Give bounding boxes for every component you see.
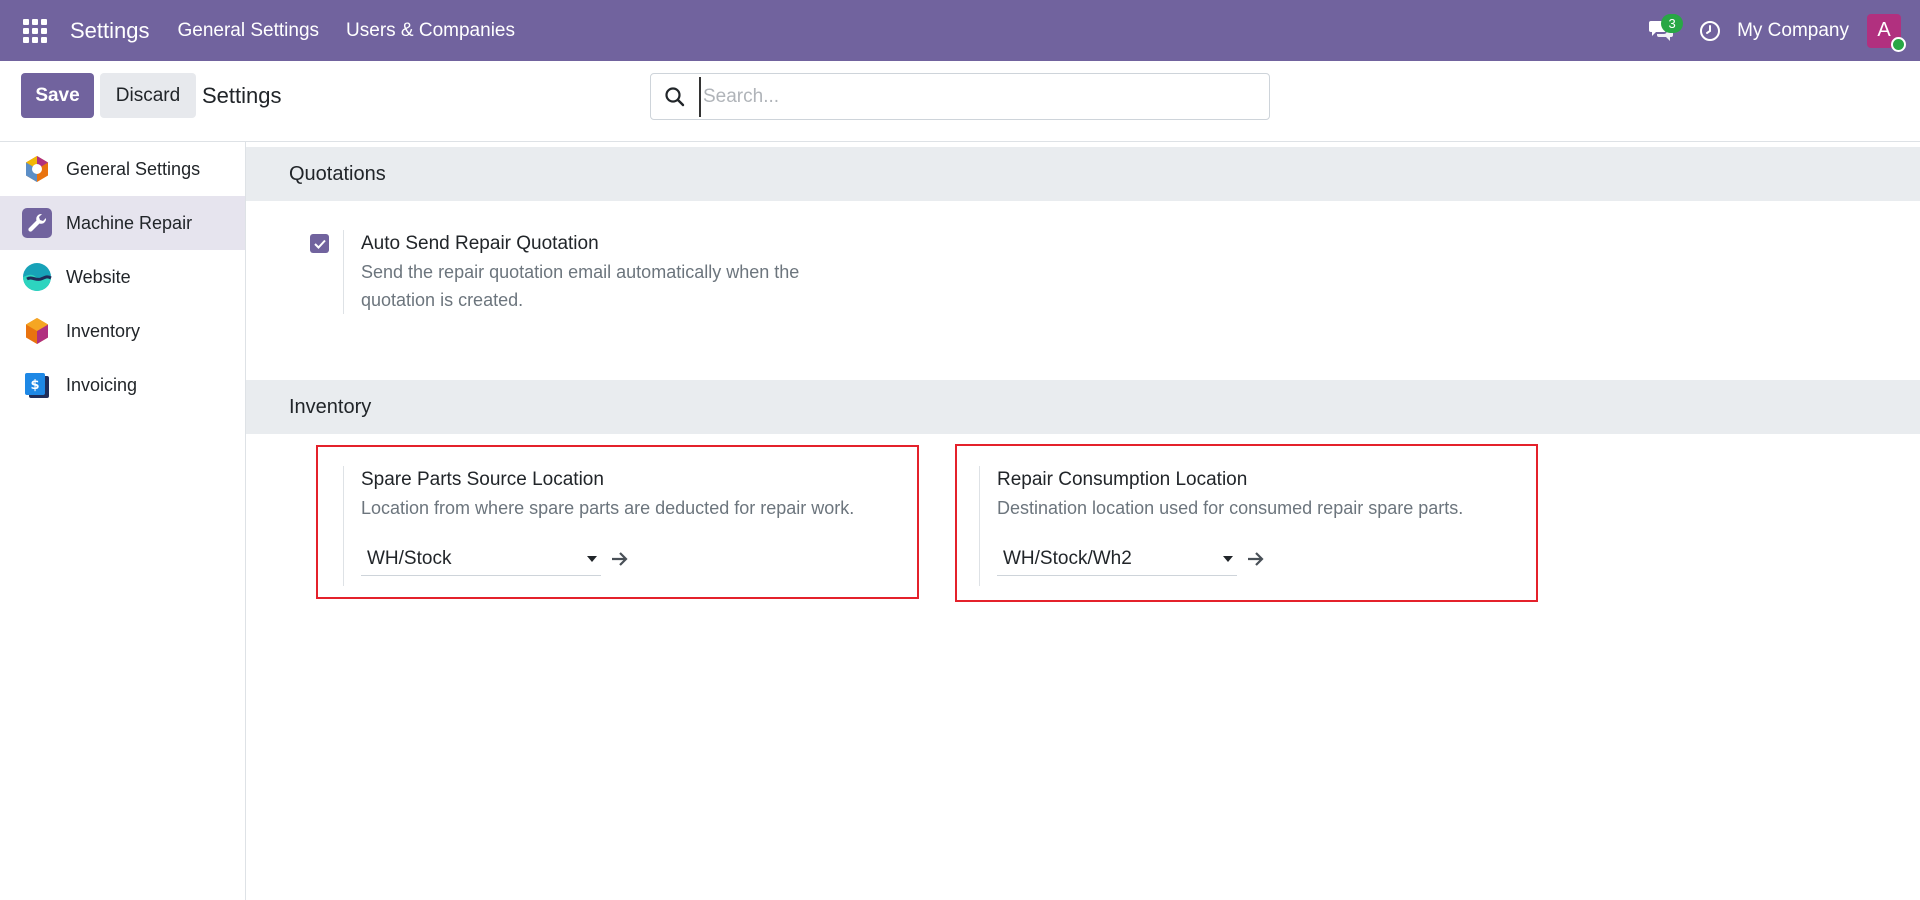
setting-divider	[979, 466, 980, 586]
auto-send-checkbox[interactable]	[310, 234, 329, 253]
sidebar-item-invoicing[interactable]: $ Invoicing	[0, 358, 245, 412]
setting-consumption-location: Repair Consumption Location Destination …	[979, 466, 1463, 586]
search-box	[650, 73, 1270, 120]
online-status-indicator	[1891, 36, 1906, 52]
settings-sidebar: General Settings Machine Repair Website	[0, 142, 246, 900]
clock-icon	[1700, 20, 1721, 41]
activities-button[interactable]	[1693, 11, 1727, 51]
menu-general-settings[interactable]: General Settings	[178, 20, 320, 42]
search-input[interactable]	[699, 76, 1269, 117]
top-navbar: Settings General Settings Users & Compan…	[0, 0, 1920, 61]
consumption-location-select[interactable]: WH/Stock/Wh2	[997, 542, 1237, 576]
app-brand[interactable]: Settings	[70, 18, 150, 44]
save-button[interactable]: Save	[21, 73, 94, 118]
setting-divider	[343, 230, 344, 314]
section-header-quotations: Quotations	[246, 147, 1920, 201]
section-header-inventory: Inventory	[246, 380, 1920, 434]
user-avatar[interactable]: A	[1867, 13, 1906, 52]
sidebar-item-inventory[interactable]: Inventory	[0, 304, 245, 358]
arrow-right-icon	[612, 552, 628, 566]
messaging-button[interactable]: 3	[1641, 11, 1684, 51]
setting-title: Repair Consumption Location	[997, 469, 1248, 490]
sidebar-item-label: General Settings	[66, 158, 201, 179]
control-panel: Save Discard Settings	[0, 61, 1920, 142]
sidebar-item-machine-repair[interactable]: Machine Repair	[0, 196, 245, 250]
caret-down-icon	[587, 555, 597, 562]
inventory-icon	[22, 316, 52, 346]
settings-main: Quotations Auto Send Repair Quotation Se…	[246, 142, 1920, 900]
open-record-button[interactable]	[1245, 548, 1267, 570]
page-title: Settings	[202, 83, 282, 108]
sidebar-item-label: Website	[66, 266, 131, 287]
setting-divider	[343, 466, 344, 586]
sidebar-item-general-settings[interactable]: General Settings	[0, 142, 245, 196]
avatar-letter: A	[1877, 19, 1891, 41]
arrow-right-icon	[1248, 552, 1264, 566]
svg-text:$: $	[30, 378, 39, 393]
company-switcher[interactable]: My Company	[1737, 20, 1849, 42]
check-icon	[313, 239, 326, 249]
setting-description-line1: Send the repair quotation email automati…	[361, 262, 800, 282]
setting-auto-send-quotation: Auto Send Repair Quotation Send the repa…	[343, 230, 799, 314]
discard-button[interactable]: Discard	[100, 73, 196, 118]
website-icon	[22, 262, 52, 292]
sidebar-item-label: Invoicing	[66, 374, 138, 395]
setting-description-line2: quotation is created.	[361, 290, 524, 310]
setting-spare-parts-location: Spare Parts Source Location Location fro…	[343, 466, 854, 586]
sidebar-item-label: Inventory	[66, 320, 141, 341]
apps-menu-button[interactable]	[0, 0, 70, 61]
invoicing-icon: $	[22, 370, 52, 400]
search-icon	[651, 86, 699, 107]
open-record-button[interactable]	[609, 548, 631, 570]
odoo-hexagon-icon	[22, 154, 52, 184]
sidebar-item-website[interactable]: Website	[0, 250, 245, 304]
setting-title: Auto Send Repair Quotation	[361, 233, 599, 254]
setting-description: Location from where spare parts are dedu…	[361, 498, 855, 518]
apps-grid-icon	[23, 18, 47, 43]
message-count-badge: 3	[1661, 13, 1684, 33]
wrench-icon	[22, 208, 52, 238]
setting-description: Destination location used for consumed r…	[997, 498, 1464, 518]
spare-parts-location-select[interactable]: WH/Stock	[361, 542, 601, 576]
select-value: WH/Stock/Wh2	[1003, 547, 1132, 569]
setting-title: Spare Parts Source Location	[361, 469, 604, 490]
caret-down-icon	[1223, 555, 1233, 562]
select-value: WH/Stock	[367, 547, 452, 569]
sidebar-item-label: Machine Repair	[66, 212, 193, 233]
menu-users-companies[interactable]: Users & Companies	[346, 20, 515, 42]
